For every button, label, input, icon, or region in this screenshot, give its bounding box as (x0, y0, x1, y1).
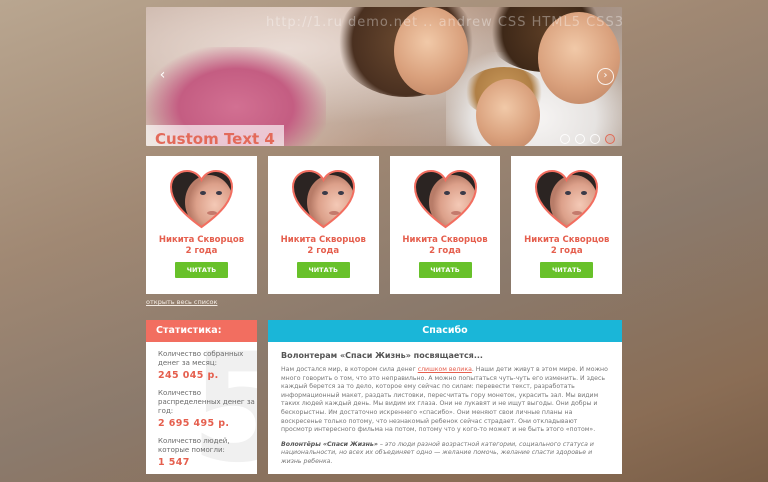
kid-age: 2 года (185, 246, 218, 256)
thanks-panel: Спасибо Волонтерам «Спаси Жизнь» посвяща… (268, 320, 622, 474)
thanks-paragraph-1: Нам достался мир, в котором сила денег с… (268, 360, 622, 435)
thanks-text: . Наши дети живут в этом мире. И можно м… (281, 366, 608, 434)
kid-name: Никита Скворцов (402, 235, 488, 245)
slider-pagination (560, 134, 615, 144)
stats-item-collected: Количество собранных денег за месяц: 245… (146, 350, 257, 381)
kid-name: Никита Скворцов (524, 235, 610, 245)
slider-prev-arrow[interactable]: ‹ (154, 68, 171, 85)
read-button[interactable]: ЧИТАТЬ (296, 262, 350, 278)
slide-photo-child-face (476, 79, 540, 146)
slider-next-arrow[interactable]: › (597, 68, 614, 85)
kid-card: Никита Скворцов 2 года ЧИТАТЬ (389, 156, 501, 294)
hero-slider[interactable]: http://1.ru demo.net .. andrew CSS HTML5… (146, 7, 622, 146)
kid-name: Никита Скворцов (158, 235, 245, 245)
thanks-text: Нам достался мир, в котором сила денег (281, 366, 418, 373)
stats-value: 245 045 р. (158, 370, 219, 381)
slider-dot-3[interactable] (590, 134, 600, 144)
thanks-title: Спасибо (268, 320, 622, 342)
read-button[interactable]: ЧИТАТЬ (175, 262, 228, 278)
kid-card: Никита Скворцов 2 года ЧИТАТЬ (146, 156, 257, 294)
thanks-paragraph-2: Волонтёры «Спаси Жизнь» – это люди разно… (268, 435, 622, 467)
open-full-list-link[interactable]: открыть весь список (146, 298, 217, 306)
read-button[interactable]: ЧИТАТЬ (418, 262, 472, 278)
slider-dot-4[interactable] (605, 134, 615, 144)
kids-cards-row: Никита Скворцов 2 года ЧИТАТЬ Никита Скв… (146, 156, 622, 294)
thanks-lead: Волонтерам «Спаси Жизнь» посвящается... (281, 351, 483, 360)
kid-name: Никита Скворцов (280, 235, 366, 245)
stats-value: 2 695 495 р. (158, 418, 230, 429)
stats-item-helpers: Количество людей, которые помогли: 1 547 (146, 437, 257, 468)
stats-value: 1 547 (158, 457, 190, 468)
stats-panel: 5 Статистика: Количество собранных денег… (146, 320, 257, 474)
kid-card: Никита Скворцов 2 года ЧИТАТЬ (511, 156, 622, 294)
slider-dot-1[interactable] (560, 134, 570, 144)
kid-photo-heart (291, 169, 355, 229)
kid-photo-heart (413, 169, 477, 229)
stats-label: Количество собранных денег за месяц: (158, 350, 244, 367)
stats-label: Количество людей, которые помогли: (158, 437, 230, 454)
kid-photo-heart (535, 169, 599, 229)
kid-photo-heart (169, 169, 234, 229)
stats-label: Количество распределенных денег за год: (158, 389, 255, 415)
kid-age: 2 года (429, 246, 461, 256)
stats-item-distributed: Количество распределенных денег за год: … (146, 389, 257, 429)
volunteers-bold: Волонтёры «Спаси Жизнь» (281, 440, 378, 448)
kid-age: 2 года (307, 246, 340, 256)
kid-age: 2 года (550, 246, 583, 256)
slide-caption: Custom Text 4 (146, 125, 284, 146)
kid-card: Никита Скворцов 2 года ЧИТАТЬ (267, 156, 379, 294)
too-great-link[interactable]: слишком велика (418, 366, 472, 373)
read-button[interactable]: ЧИТАТЬ (540, 262, 594, 278)
slider-dot-2[interactable] (575, 134, 585, 144)
slide-watermark: http://1.ru demo.net .. andrew CSS HTML5… (266, 15, 622, 30)
